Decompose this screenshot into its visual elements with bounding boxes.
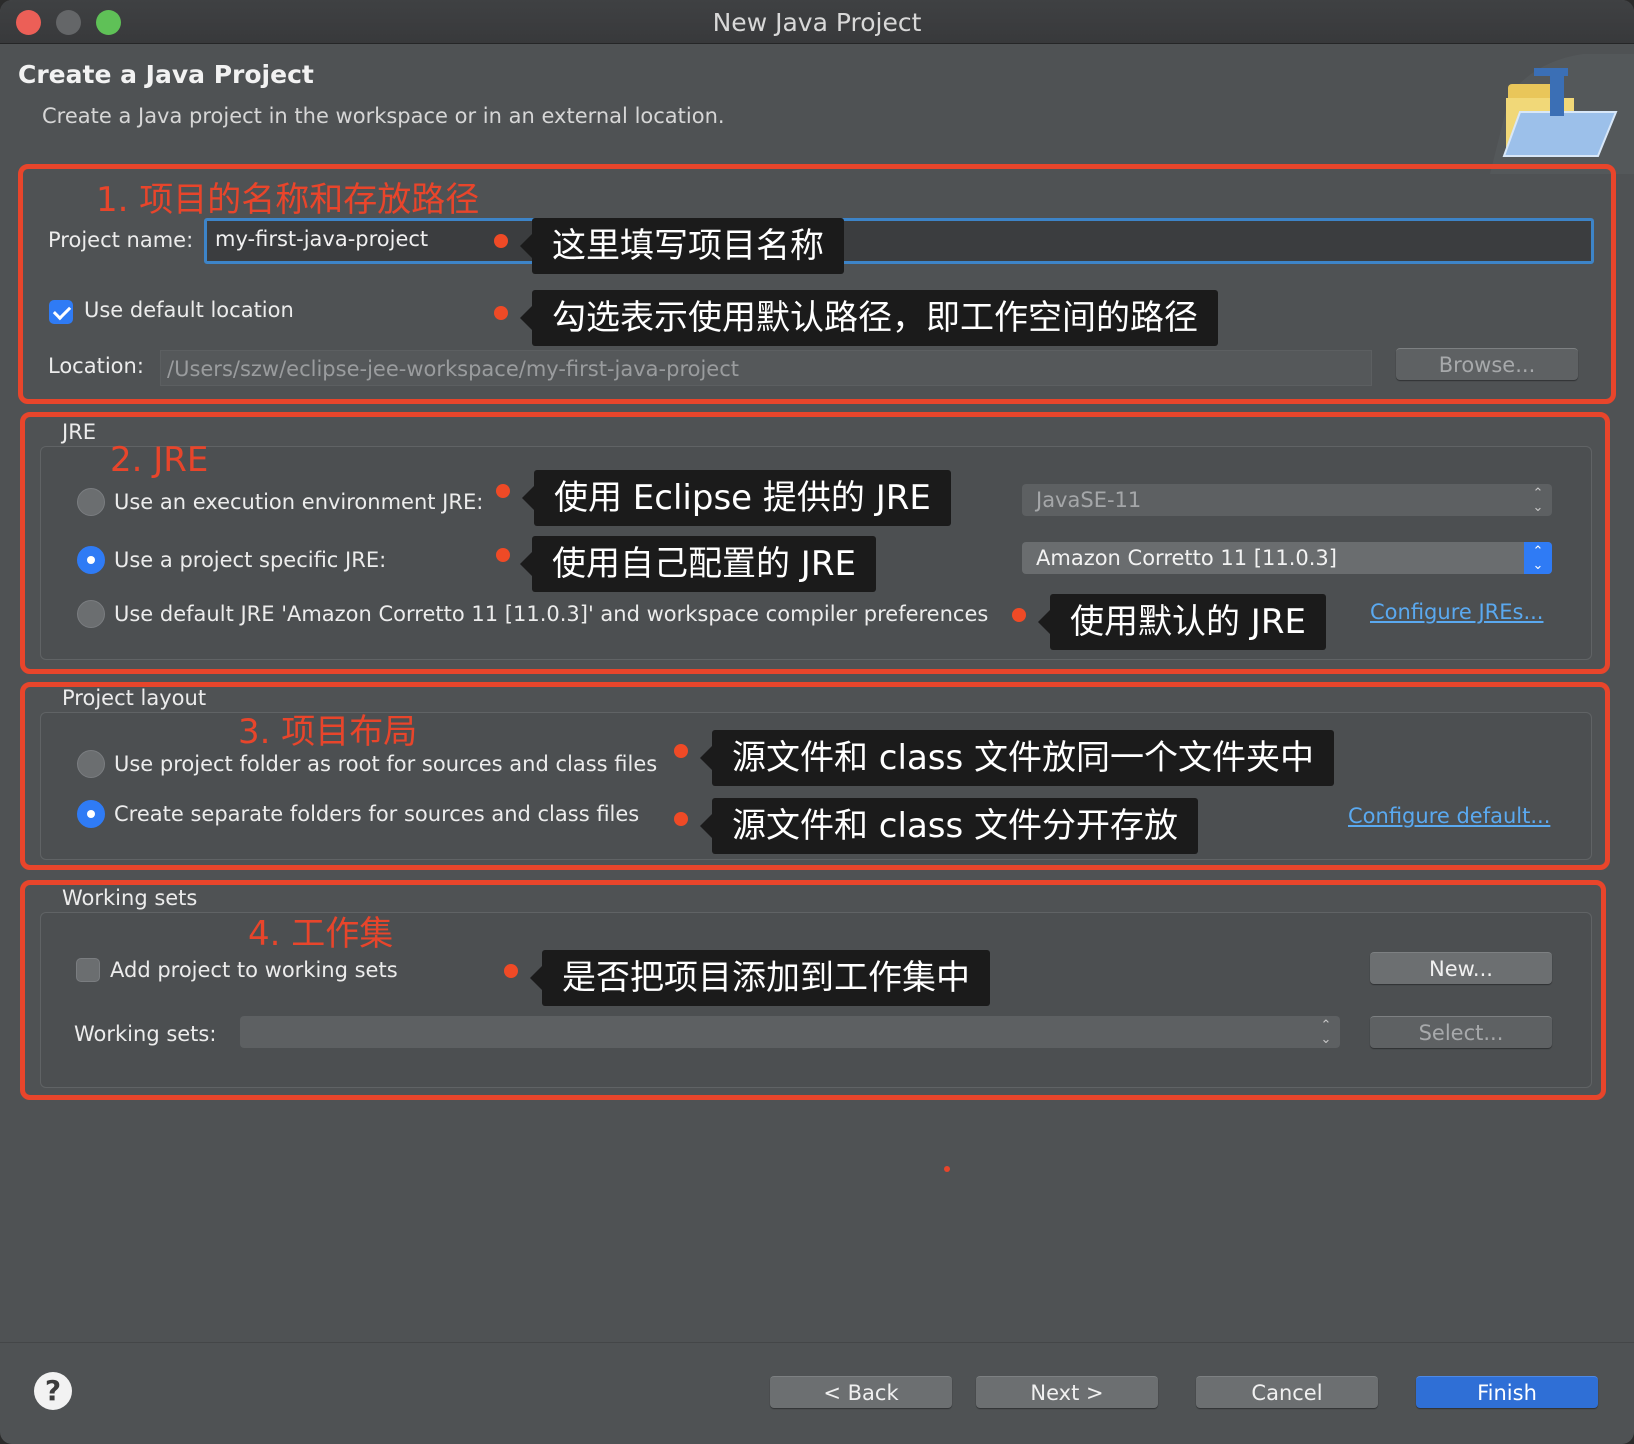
finish-button[interactable]: Finish (1416, 1376, 1598, 1408)
window-title: New Java Project (712, 8, 922, 37)
project-name-label: Project name: (48, 228, 194, 252)
annotation-dot (944, 1166, 950, 1172)
project-layout-group-title: Project layout (62, 686, 207, 710)
separate-folders-label[interactable]: Create separate folders for sources and … (114, 802, 639, 826)
add-to-working-sets-label[interactable]: Add project to working sets (110, 958, 398, 982)
execution-environment-label[interactable]: Use an execution environment JRE: (114, 490, 483, 514)
use-default-location-checkbox[interactable] (49, 300, 73, 324)
select-working-set-button[interactable]: Select... (1370, 1016, 1552, 1048)
updown-arrows-icon: ⌃ ⌄ (1532, 486, 1544, 515)
section3-annotation: 3. 项目布局 (238, 712, 418, 752)
help-icon[interactable]: ? (34, 1372, 72, 1410)
annotation-dot (494, 234, 508, 248)
section1-annotation: 1. 项目的名称和存放路径 (96, 180, 480, 220)
annotation-dot (494, 306, 508, 320)
project-specific-jre-select[interactable]: Amazon Corretto 11 [11.0.3] ⌃ ⌄ (1022, 542, 1552, 574)
project-specific-jre-tip: 使用自己配置的 JRE (520, 536, 876, 592)
annotation-dot (674, 744, 688, 758)
section4-annotation: 4. 工作集 (248, 914, 394, 954)
execution-environment-tip: 使用 Eclipse 提供的 JRE (522, 470, 951, 526)
use-default-location-label[interactable]: Use default location (84, 298, 294, 322)
java-folder-icon (1490, 54, 1634, 174)
dialog-window: New Java Project Create a Java Project C… (0, 0, 1634, 1444)
next-button[interactable]: Next > (976, 1376, 1158, 1408)
footer-divider (0, 1342, 1634, 1343)
working-sets-combo[interactable]: ⌃ ⌄ (240, 1016, 1340, 1048)
add-to-working-sets-tip: 是否把项目添加到工作集中 (530, 950, 990, 1006)
project-root-label[interactable]: Use project folder as root for sources a… (114, 752, 657, 776)
browse-button[interactable]: Browse... (1396, 348, 1578, 380)
default-jre-radio[interactable] (77, 600, 105, 628)
project-name-tip: 这里填写项目名称 (520, 218, 844, 274)
separate-folders-tip: 源文件和 class 文件分开存放 (699, 798, 1199, 854)
annotation-dot (496, 548, 510, 562)
project-specific-jre-label[interactable]: Use a project specific JRE: (114, 548, 386, 572)
back-button[interactable]: < Back (770, 1376, 952, 1408)
project-root-tip: 源文件和 class 文件放同一个文件夹中 (699, 730, 1335, 786)
project-specific-jre-value: Amazon Corretto 11 [11.0.3] (1036, 546, 1337, 570)
cancel-button[interactable]: Cancel (1196, 1376, 1378, 1408)
use-default-location-tip: 勾选表示使用默认路径，即工作空间的路径 (520, 290, 1218, 346)
execution-environment-radio[interactable] (77, 488, 105, 516)
project-specific-jre-radio[interactable] (77, 546, 105, 574)
configure-default-link[interactable]: Configure default... (1348, 804, 1550, 828)
working-sets-label: Working sets: (74, 1022, 217, 1046)
annotation-dot (504, 964, 518, 978)
annotation-dot (496, 484, 510, 498)
execution-environment-value: JavaSE-11 (1036, 488, 1142, 512)
project-name-input[interactable]: my-first-java-project (204, 218, 1594, 264)
separate-folders-radio[interactable] (77, 800, 105, 828)
add-to-working-sets-checkbox[interactable] (76, 958, 100, 982)
page-description: Create a Java project in the workspace o… (42, 104, 725, 128)
working-sets-group-title: Working sets (62, 886, 198, 910)
new-working-set-button[interactable]: New... (1370, 952, 1552, 984)
page-title: Create a Java Project (18, 60, 314, 89)
jre-group-title: JRE (62, 420, 97, 444)
title-bar: New Java Project (0, 0, 1634, 44)
project-root-radio[interactable] (77, 750, 105, 778)
section2-annotation: 2. JRE (110, 440, 209, 480)
updown-arrows-icon: ⌃ ⌄ (1524, 542, 1552, 574)
updown-arrows-icon: ⌃ ⌄ (1320, 1018, 1332, 1047)
location-label: Location: (48, 354, 144, 378)
default-jre-label[interactable]: Use default JRE 'Amazon Corretto 11 [11.… (114, 602, 988, 626)
location-input[interactable]: /Users/szw/eclipse-jee-workspace/my-firs… (160, 350, 1372, 386)
default-jre-tip: 使用默认的 JRE (1038, 594, 1326, 650)
execution-environment-select[interactable]: JavaSE-11 ⌃ ⌄ (1022, 484, 1552, 516)
configure-jres-link[interactable]: Configure JREs... (1370, 600, 1543, 624)
annotation-dot (1012, 608, 1026, 622)
annotation-dot (674, 812, 688, 826)
